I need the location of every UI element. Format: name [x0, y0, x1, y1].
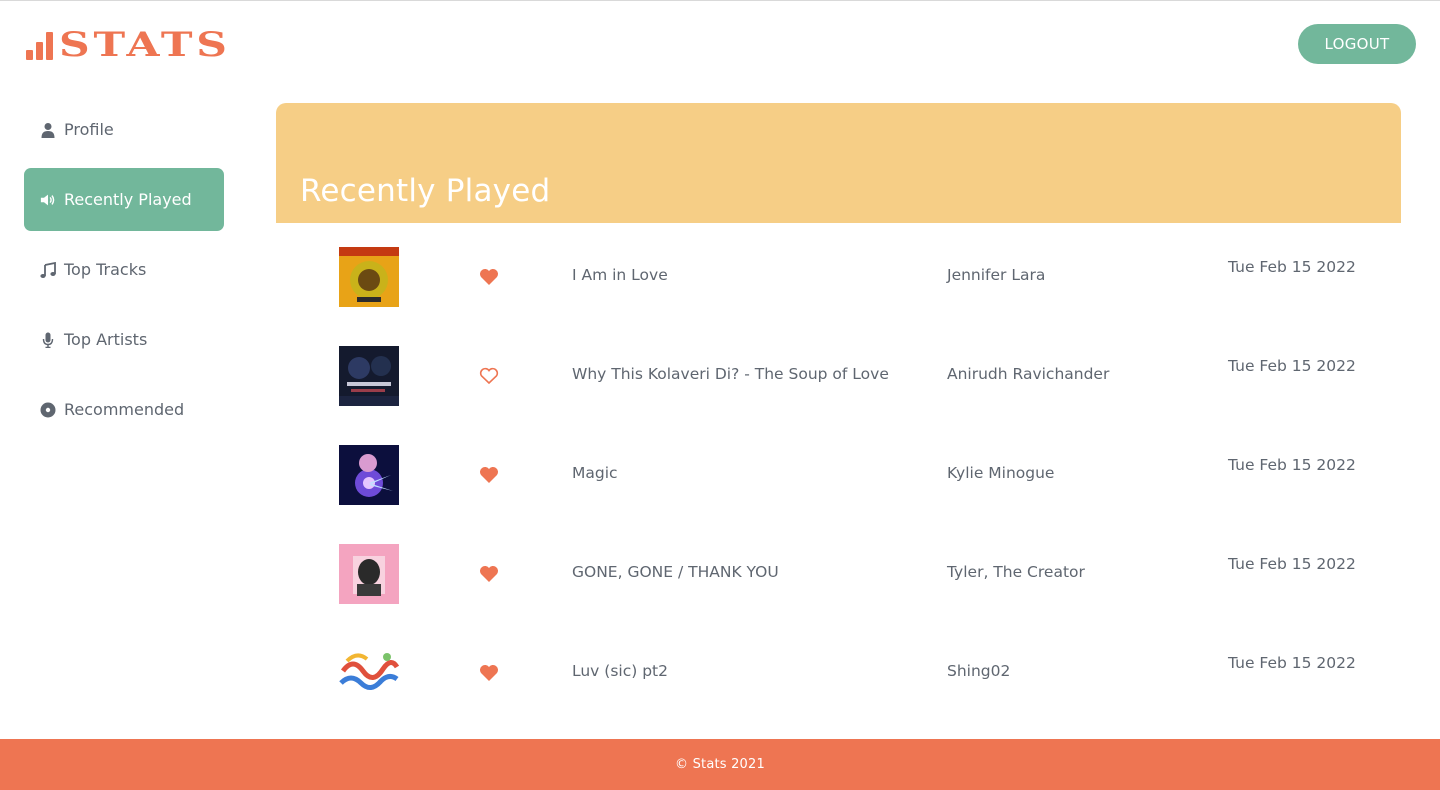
- played-date: Tue Feb 15 2022: [1228, 258, 1356, 276]
- sidebar-item-top-artists[interactable]: Top Artists: [24, 308, 224, 371]
- track-name[interactable]: Why This Kolaveri Di? - The Soup of Love: [572, 365, 889, 383]
- played-date: Tue Feb 15 2022: [1228, 555, 1356, 573]
- album-cover: [339, 445, 399, 505]
- album-cover: [339, 346, 399, 406]
- app-logo[interactable]: STATS: [26, 28, 227, 62]
- sidebar-item-label: Profile: [64, 120, 114, 139]
- track-artist[interactable]: Tyler, The Creator: [947, 563, 1085, 581]
- sidebar-item-label: Top Artists: [64, 330, 148, 349]
- sidebar-item-top-tracks[interactable]: Top Tracks: [24, 238, 224, 301]
- track-artist[interactable]: Shing02: [947, 662, 1010, 680]
- user-icon: [40, 122, 56, 138]
- logo-text: STATS: [59, 25, 231, 65]
- sidebar-item-label: Recommended: [64, 400, 185, 419]
- album-cover: [339, 544, 399, 604]
- played-date: Tue Feb 15 2022: [1228, 456, 1356, 474]
- heart-filled-icon[interactable]: [479, 466, 499, 484]
- track-row[interactable]: Luv (sic) pt2 Shing02 Tue Feb 15 2022: [276, 619, 1401, 718]
- heart-filled-icon[interactable]: [479, 664, 499, 682]
- track-artist[interactable]: Anirudh Ravichander: [947, 365, 1109, 383]
- page-banner: Recently Played: [276, 103, 1401, 223]
- sidebar-item-recently-played[interactable]: Recently Played: [24, 168, 224, 231]
- sidebar-item-label: Recently Played: [64, 190, 192, 209]
- bar-chart-icon: [26, 30, 53, 60]
- speaker-icon: [40, 192, 56, 208]
- sidebar-item-recommended[interactable]: Recommended: [24, 378, 224, 441]
- track-row[interactable]: Magic Kylie Minogue Tue Feb 15 2022: [276, 421, 1401, 520]
- sidebar-item-label: Top Tracks: [64, 260, 147, 279]
- track-row[interactable]: GONE, GONE / THANK YOU Tyler, The Creato…: [276, 520, 1401, 619]
- played-date: Tue Feb 15 2022: [1228, 357, 1356, 375]
- track-row[interactable]: I Am in Love Jennifer Lara Tue Feb 15 20…: [276, 223, 1401, 322]
- track-name[interactable]: I Am in Love: [572, 266, 668, 284]
- heart-filled-icon[interactable]: [479, 565, 499, 583]
- copyright-text: © Stats 2021: [675, 757, 765, 772]
- page-title: Recently Played: [300, 173, 551, 209]
- played-date: Tue Feb 15 2022: [1228, 654, 1356, 672]
- heart-outline-icon[interactable]: [479, 367, 499, 385]
- disc-icon: [40, 402, 56, 418]
- track-artist[interactable]: Kylie Minogue: [947, 464, 1054, 482]
- track-name[interactable]: Luv (sic) pt2: [572, 662, 668, 680]
- album-cover: [339, 643, 399, 703]
- logout-button[interactable]: LOGOUT: [1298, 24, 1416, 64]
- microphone-icon: [40, 332, 56, 348]
- album-cover: [339, 247, 399, 307]
- heart-filled-icon[interactable]: [479, 268, 499, 286]
- track-row[interactable]: Why This Kolaveri Di? - The Soup of Love…: [276, 322, 1401, 421]
- recently-played-list: I Am in Love Jennifer Lara Tue Feb 15 20…: [276, 223, 1401, 718]
- footer: © Stats 2021: [0, 739, 1440, 790]
- sidebar-item-profile[interactable]: Profile: [24, 98, 224, 161]
- top-border: [0, 0, 1440, 1]
- music-note-icon: [40, 261, 56, 278]
- sidebar: Profile Recently Played Top Tracks Top A…: [24, 98, 224, 448]
- track-name[interactable]: GONE, GONE / THANK YOU: [572, 563, 779, 581]
- track-artist[interactable]: Jennifer Lara: [947, 266, 1045, 284]
- track-name[interactable]: Magic: [572, 464, 618, 482]
